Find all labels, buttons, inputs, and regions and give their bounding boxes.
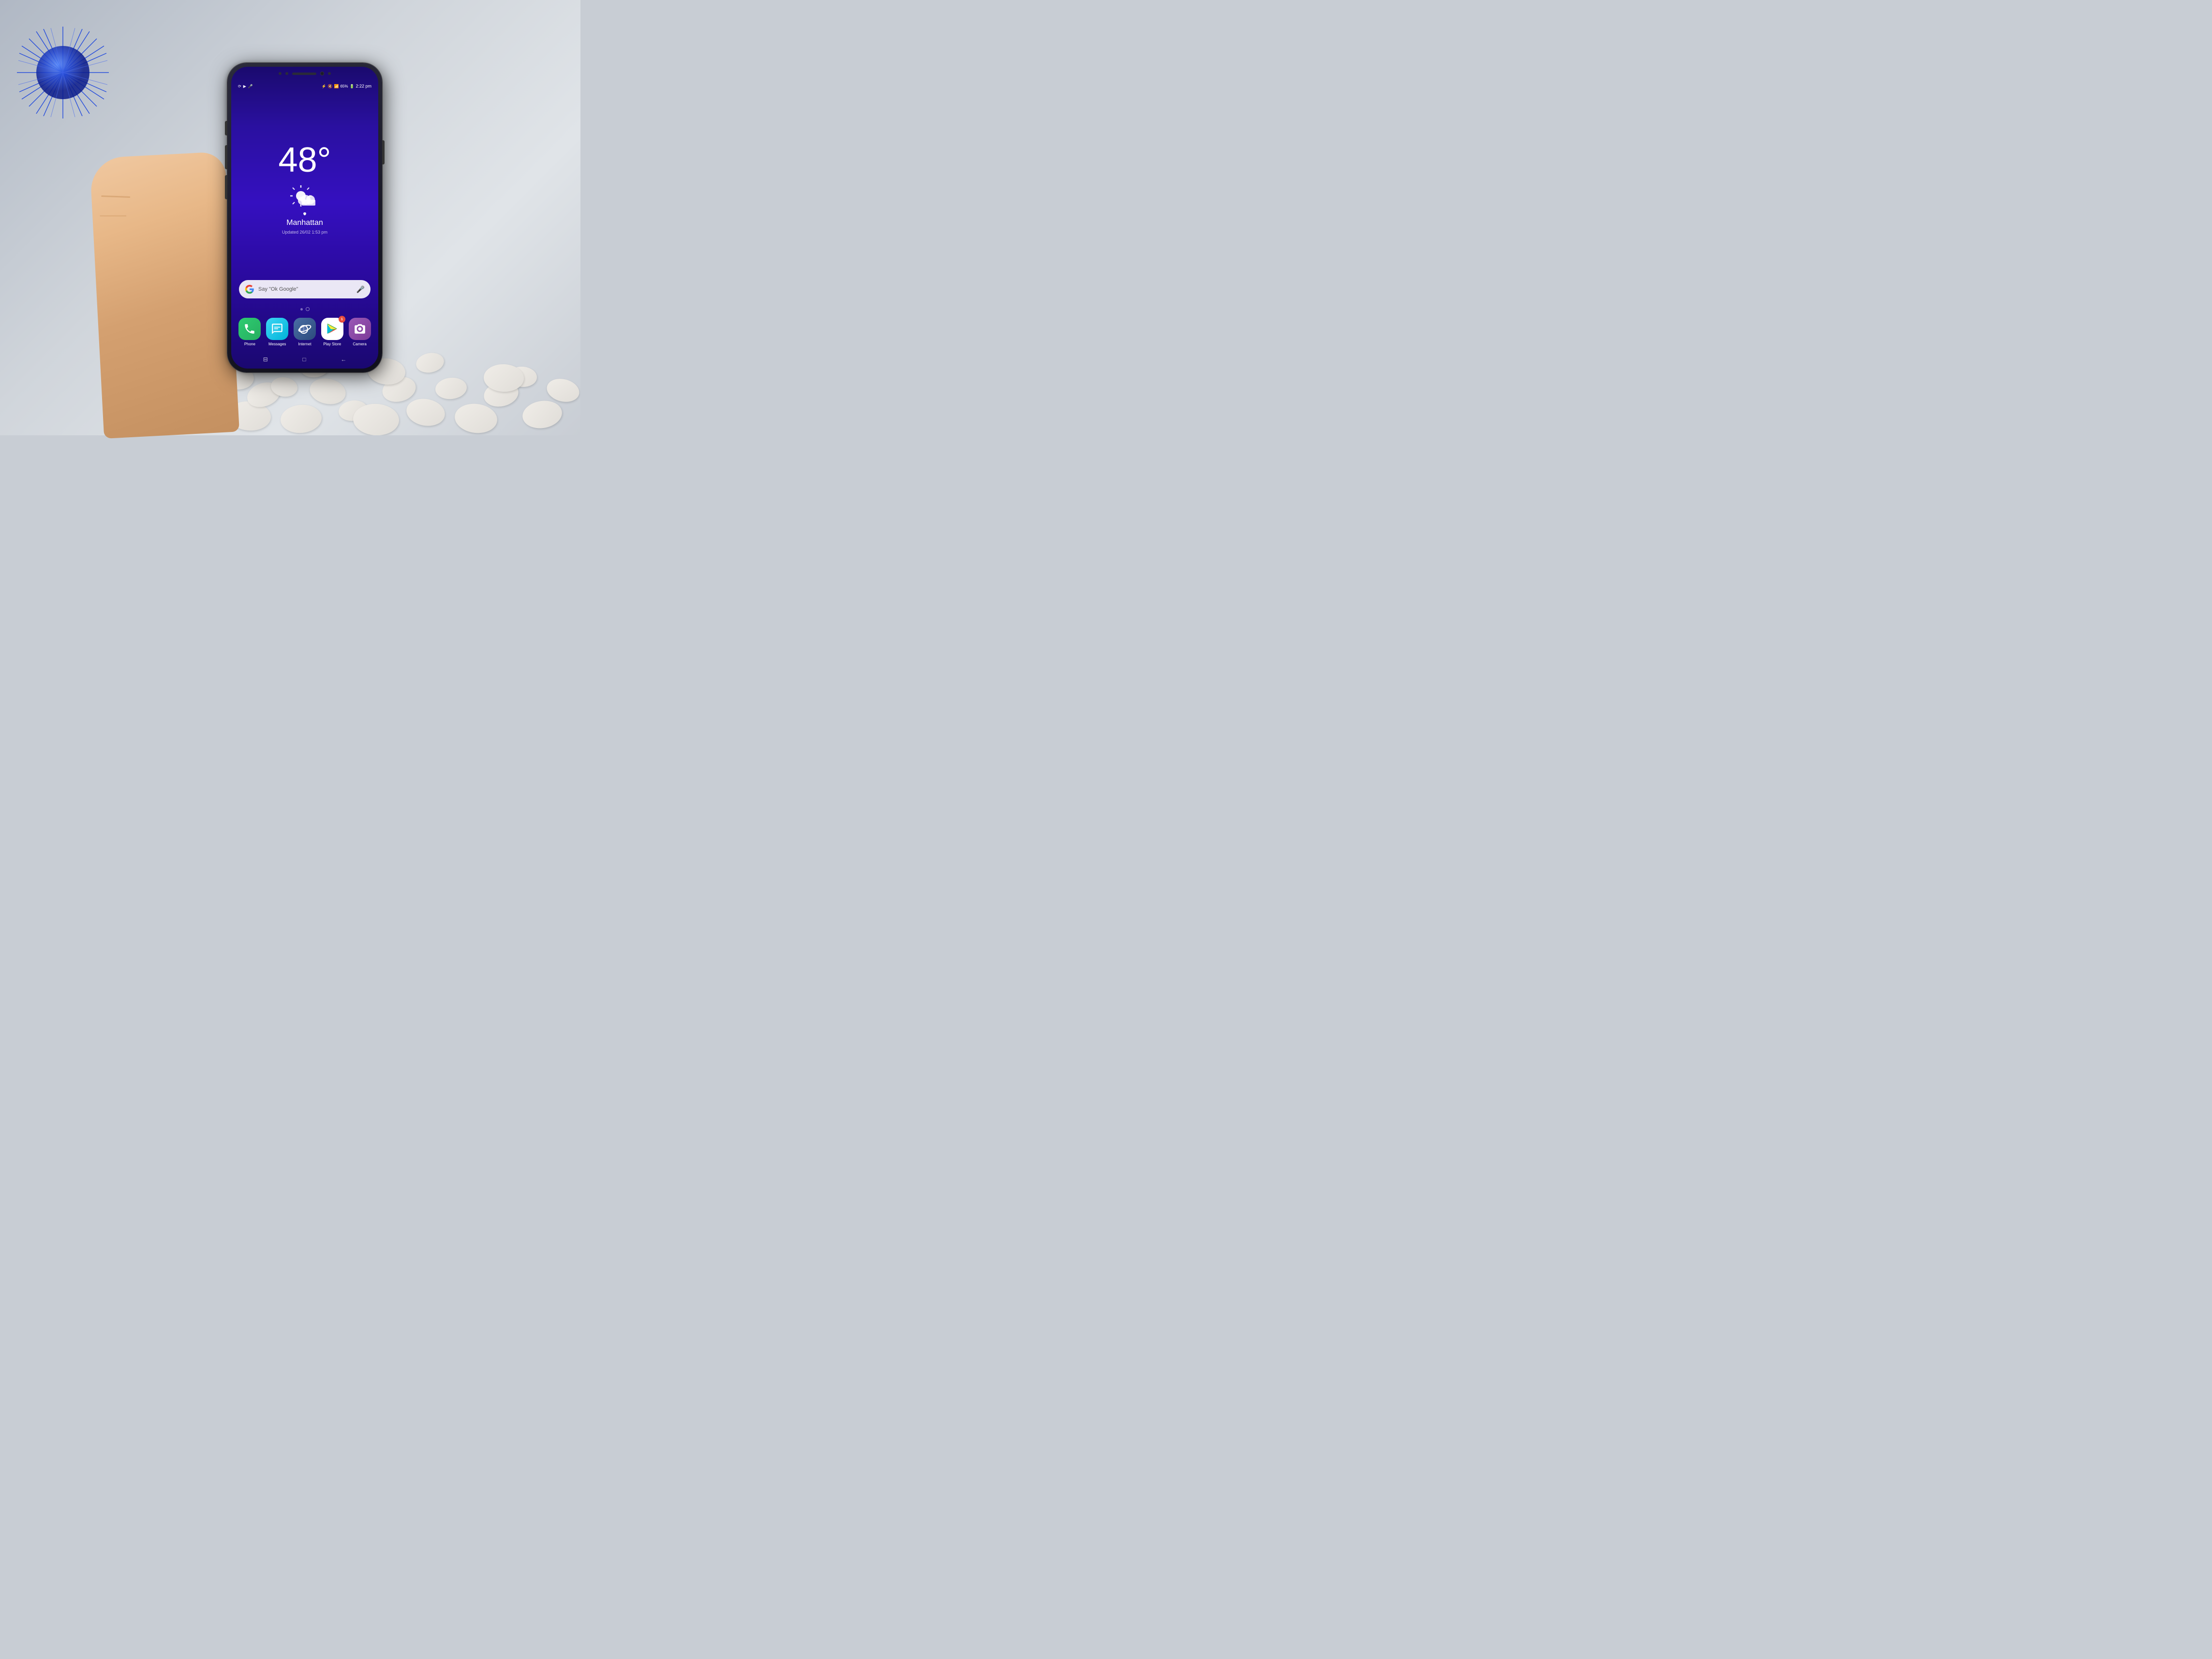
volume-down-button[interactable] [225,145,227,169]
play-icon: ▶ [243,84,246,89]
location-pin-icon [303,212,307,217]
bixby-button[interactable] [225,175,227,199]
bottom-navigation: ⊟ □ ← [231,353,378,369]
earpiece-speaker [292,73,316,75]
messages-app-label: Messages [268,342,286,346]
internet-app-icon[interactable] [294,318,316,340]
recents-nav-button[interactable]: ⊟ [263,356,268,363]
weather-condition-icon [290,185,319,207]
app-playstore[interactable]: 1 Play Store [321,318,343,346]
voice-search-icon[interactable]: 🎤 [356,285,365,294]
hand [89,151,239,439]
top-bezel [231,67,378,80]
home-nav-button[interactable]: □ [302,356,306,363]
page-indicators [231,304,378,314]
search-placeholder: Say "Ok Google" [258,286,353,292]
google-search-bar[interactable]: Say "Ok Google" 🎤 [239,280,371,298]
apps-indicator [306,307,310,311]
app-phone[interactable]: Phone [238,318,261,346]
wifi-icon: 📶 [334,84,339,89]
phone-body: ⟳ ▶ 🎤 ⚡ 🔇 📶 65% 🔋 2:22 pm 48° [227,63,382,372]
status-right-icons: ⚡ 🔇 📶 65% 🔋 2:22 pm [322,84,371,89]
playstore-app-icon[interactable]: 1 [321,318,343,340]
phone: ⟳ ▶ 🎤 ⚡ 🔇 📶 65% 🔋 2:22 pm 48° [227,63,382,372]
camera-app-icon[interactable] [349,318,371,340]
google-logo [245,284,254,294]
playstore-badge: 1 [339,316,345,323]
app-internet[interactable]: Internet [294,318,316,346]
app-messages[interactable]: Messages [266,318,288,346]
sensor-dot-3 [328,72,331,75]
battery-percent: 65% [340,84,348,89]
rotation-icon: ⟳ [238,84,241,89]
battery-icon: 🔋 [350,84,355,89]
blue-decoration [15,24,111,123]
mic-status-icon: 🎤 [248,84,253,89]
status-time: 2:22 pm [356,84,371,89]
page-dot-1 [300,308,303,311]
app-dock: Phone Messages [231,314,378,353]
camera-app-label: Camera [353,342,366,346]
sensor-dot-1 [279,72,282,75]
status-left-icons: ⟳ ▶ 🎤 [238,84,253,89]
sensor-dot-2 [285,72,288,75]
weather-widget[interactable]: 48° [231,92,378,280]
mute-icon: 🔇 [328,84,333,89]
bluetooth-icon: ⚡ [322,84,327,89]
playstore-app-label: Play Store [323,342,341,346]
power-button[interactable] [382,140,385,164]
temperature-display: 48° [279,143,331,178]
status-bar: ⟳ ▶ 🎤 ⚡ 🔇 📶 65% 🔋 2:22 pm [231,80,378,92]
volume-up-button[interactable] [225,121,227,135]
internet-app-label: Internet [298,342,311,346]
back-nav-button[interactable]: ← [341,356,346,363]
phone-app-icon[interactable] [238,318,261,340]
messages-app-icon[interactable] [266,318,288,340]
front-camera [320,72,324,75]
city-label: Manhattan [286,219,323,227]
phone-app-label: Phone [244,342,255,346]
app-camera[interactable]: Camera [349,318,371,346]
sensors-area [279,72,331,75]
phone-screen: ⟳ ▶ 🎤 ⚡ 🔇 📶 65% 🔋 2:22 pm 48° [231,67,378,369]
updated-timestamp: Updated 26/02 1:53 pm [282,230,327,235]
